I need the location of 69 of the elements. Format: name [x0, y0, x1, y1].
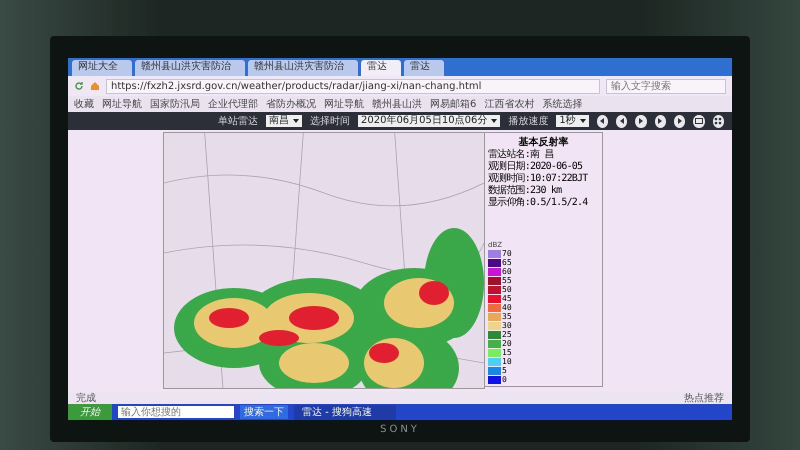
caret-icon	[580, 119, 586, 123]
grid-button[interactable]	[712, 114, 724, 128]
browser-tab[interactable]: 雷达	[361, 60, 401, 76]
legend-label: 40	[502, 303, 512, 312]
bookmark-link[interactable]: 企业代理部	[208, 97, 258, 111]
play-button[interactable]	[635, 114, 647, 128]
monitor-brand: SONY	[380, 424, 420, 435]
info-line: 观测时间:10:07:22BJT	[488, 173, 588, 184]
skip-forward-button[interactable]	[674, 114, 686, 128]
legend-label: 15	[502, 348, 512, 357]
forward-arrow-icon	[656, 117, 664, 125]
legend-label: 25	[502, 330, 512, 339]
info-line: 观测日期:2020-06-05	[488, 161, 582, 172]
play-icon	[637, 117, 646, 125]
product-title: 基本反射率	[518, 135, 570, 148]
address-field[interactable]: https://fxzh2.jxsrd.gov.cn/weather/products/radar/jiang-xi/nan-chang.html	[106, 78, 600, 94]
bookmark-link[interactable]: 江西省农村	[484, 97, 534, 111]
legend-label: 0	[502, 375, 507, 384]
dots-icon	[714, 117, 722, 125]
browser-tab[interactable]: 网址大全	[72, 60, 132, 76]
bookmark-link[interactable]: 网易邮箱6	[430, 97, 476, 111]
status-text: 完成	[76, 392, 96, 404]
back-button[interactable]	[616, 114, 628, 128]
legend-label: 60	[502, 267, 512, 276]
search-button[interactable]: 搜索一下	[240, 405, 288, 419]
start-button[interactable]: 开始	[68, 404, 112, 420]
control-label: 单站雷达	[218, 114, 258, 128]
bookmark-link[interactable]: 系统选择	[542, 97, 582, 111]
info-line: 显示仰角:0.5/1.5/2.4	[488, 197, 588, 209]
info-line: 雷达站名:南 昌	[488, 149, 554, 160]
control-label: 播放速度	[508, 114, 548, 128]
hot-picks-link[interactable]: 热点推荐	[684, 390, 724, 404]
caret-icon	[293, 119, 299, 123]
forward-button[interactable]	[654, 114, 666, 128]
legend-label: 45	[502, 294, 512, 303]
rectangle-icon	[695, 118, 704, 124]
legend-label: 65	[502, 258, 512, 267]
dropdown[interactable]: 南昌	[266, 115, 302, 127]
bookmark-link[interactable]: 国家防汛局	[150, 97, 200, 111]
refresh-icon[interactable]	[74, 81, 84, 91]
frame-button[interactable]	[693, 114, 705, 128]
control-label: 选择时间	[310, 114, 350, 128]
legend-label: 5	[502, 366, 507, 375]
legend-label: 35	[502, 312, 512, 321]
legend-label: 55	[502, 276, 512, 285]
bookmark-link[interactable]: 省防办概况	[266, 97, 316, 111]
dropdown[interactable]: 2020年06月05日10点06分	[358, 115, 500, 127]
browser-tab[interactable]: 雷达	[404, 60, 444, 76]
skip-back-button[interactable]	[596, 114, 608, 128]
bookmark-link[interactable]: 收藏	[74, 97, 94, 111]
caret-icon	[491, 119, 498, 123]
dropdown[interactable]: 1秒	[556, 115, 589, 127]
skip-back-arrow-icon	[598, 117, 606, 125]
bookmark-link[interactable]: 网址导航	[324, 97, 364, 111]
legend-label: 30	[502, 321, 512, 330]
taskbar-search-field[interactable]: 输入你想搜的	[118, 406, 234, 418]
legend-label: 10	[502, 357, 512, 366]
skip-forward-arrow-icon	[676, 117, 684, 125]
search-field[interactable]: 输入文字搜索	[606, 78, 726, 94]
back-arrow-icon	[618, 117, 626, 125]
legend-label: 20	[502, 339, 512, 348]
legend-label: 70	[502, 249, 512, 258]
bookmark-link[interactable]: 网址导航	[102, 97, 142, 111]
taskbar-window-button[interactable]: 雷达 - 搜狗高速	[294, 404, 396, 420]
browser-tab[interactable]: 赣州县山洪灾害防治	[248, 60, 358, 76]
info-line: 数据范围:230 km	[488, 185, 562, 197]
bookmark-link[interactable]: 赣州县山洪	[372, 97, 422, 111]
browser-tab[interactable]: 赣州县山洪灾害防治	[135, 60, 245, 76]
legend-label: 50	[502, 285, 512, 294]
